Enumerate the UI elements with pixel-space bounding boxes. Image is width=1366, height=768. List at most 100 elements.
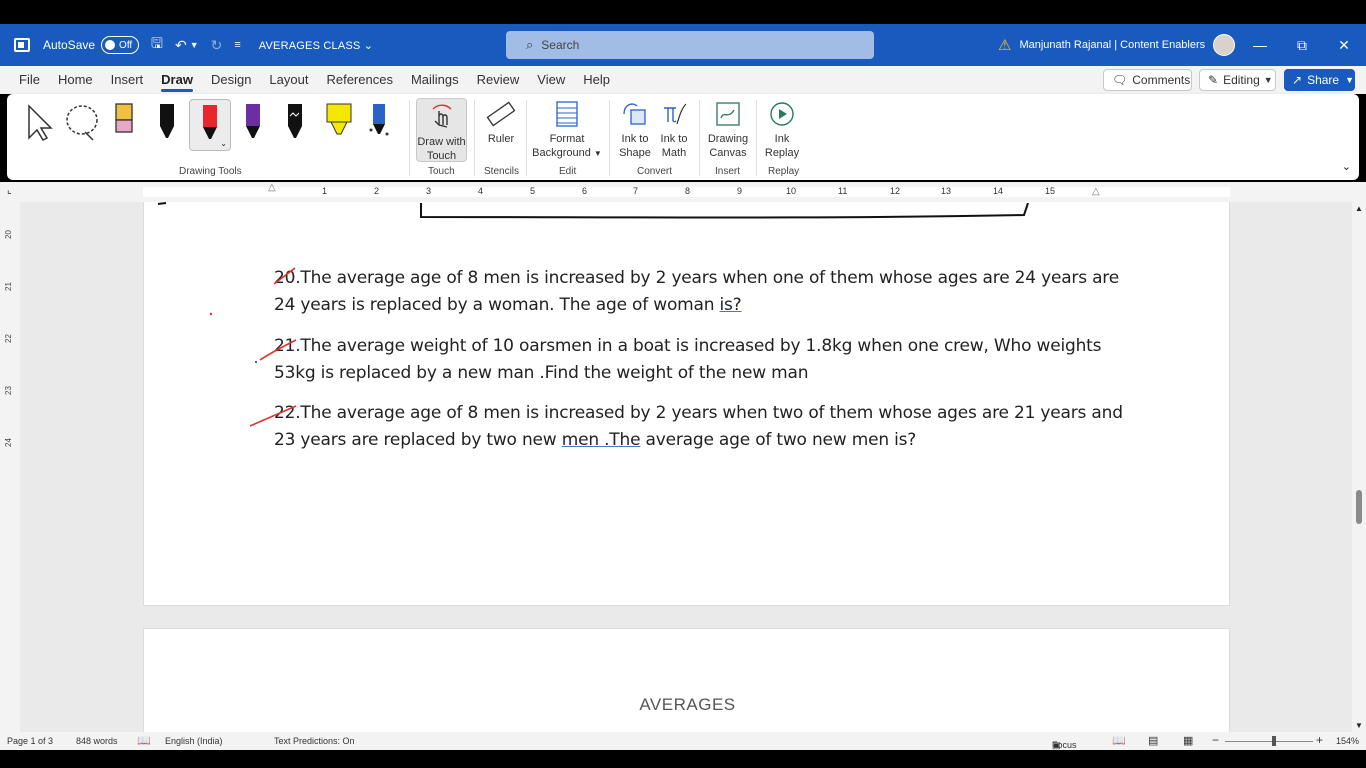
status-bar: Page 1 of 3 848 words 📖 English (India) …: [0, 732, 1366, 750]
tab-home[interactable]: Home: [49, 66, 102, 94]
eraser-icon[interactable]: [113, 100, 137, 144]
question-21[interactable]: 21.The average weight of 10 oarsmen in a…: [274, 333, 1101, 387]
right-indent-marker-icon[interactable]: △: [1092, 186, 1100, 197]
scrollbar-thumb[interactable]: [1356, 490, 1362, 524]
format-background-button[interactable]: Format Background ▼: [531, 98, 603, 161]
grammar-flag[interactable]: men .The: [562, 430, 641, 450]
vertical-scrollbar[interactable]: ▲ ▼: [1352, 202, 1366, 732]
share-button[interactable]: ↗ Share ▼: [1284, 69, 1355, 91]
collapse-ribbon-chevron-icon[interactable]: ⌄: [1342, 160, 1351, 173]
search-input[interactable]: ⌕ Search: [506, 31, 874, 59]
drawing-canvas-label-2: Canvas: [709, 147, 747, 159]
draw-ribbon: ⌄ Drawing Tools Draw with Touch Touch Ru…: [7, 94, 1359, 180]
ruler-number: 7: [633, 186, 639, 196]
customize-quick-access-icon[interactable]: ≡: [234, 39, 240, 51]
ruler-number: 10: [786, 186, 797, 196]
drawn-box-ink: [420, 203, 1029, 219]
document-page-2[interactable]: AVERAGES: [143, 628, 1230, 732]
drawing-canvas-button[interactable]: Drawing Canvas: [705, 98, 751, 160]
tab-help[interactable]: Help: [574, 66, 619, 94]
ink-to-shape-button[interactable]: Ink to Shape: [617, 98, 653, 160]
document-canvas[interactable]: 20 21 22 23 24 AVERAGES 20.The average a…: [0, 202, 1366, 732]
ruler-number: 14: [993, 186, 1004, 196]
read-mode-icon[interactable]: 📖: [1112, 734, 1126, 747]
tab-mailings[interactable]: Mailings: [402, 66, 468, 94]
tab-references[interactable]: References: [317, 66, 401, 94]
editing-mode-button[interactable]: ✎ Editing ▼: [1199, 69, 1276, 91]
ruler-number: 15: [1045, 186, 1056, 196]
save-icon[interactable]: 🖫: [151, 33, 163, 57]
vertical-ruler[interactable]: 20 21 22 23 24: [0, 202, 20, 732]
pen-black-2-icon[interactable]: [283, 100, 307, 144]
ink-replay-icon: [762, 98, 802, 130]
tab-file[interactable]: File: [10, 66, 49, 94]
draw-with-touch-button[interactable]: Draw with Touch: [416, 98, 467, 162]
group-separator: [409, 100, 410, 176]
restore-button[interactable]: ⧉: [1282, 24, 1322, 66]
tab-view[interactable]: View: [528, 66, 574, 94]
ink-to-math-button[interactable]: Ink to Math: [656, 98, 692, 160]
redo-icon[interactable]: ↻: [211, 37, 223, 54]
question-22[interactable]: 22.The average age of 8 men is increased…: [274, 400, 1123, 454]
ruler-button[interactable]: Ruler: [481, 98, 521, 146]
tab-stop-selector-icon[interactable]: ⌞: [7, 185, 12, 196]
warning-icon[interactable]: ⚠: [998, 36, 1011, 54]
chevron-down-icon: ⌄: [363, 39, 374, 52]
tab-insert[interactable]: Insert: [102, 66, 153, 94]
scroll-down-icon[interactable]: ▼: [1355, 721, 1363, 730]
question-21-line-2: 53kg is replaced by a new man .Find the …: [274, 363, 809, 383]
horizontal-ruler[interactable]: ⌞ △ △ 1 2 3 4 5 6 7 8 9 10 11 12 13 14 1…: [0, 182, 1366, 202]
pen-purple-icon[interactable]: [241, 100, 265, 144]
select-arrow-icon[interactable]: [23, 100, 53, 144]
ink-replay-label-2: Replay: [764, 147, 800, 159]
document-title[interactable]: AVERAGES CLASS ⌄: [259, 39, 373, 52]
account-area[interactable]: ⚠ Manjunath Rajanal | Content Enablers: [998, 24, 1236, 66]
comment-icon: 🗨: [1112, 73, 1128, 87]
zoom-level[interactable]: 154%: [1336, 736, 1359, 746]
grammar-flag[interactable]: is?: [720, 295, 742, 315]
tab-review[interactable]: Review: [468, 66, 529, 94]
language-indicator[interactable]: English (India): [165, 736, 223, 746]
zoom-in-icon[interactable]: +: [1316, 733, 1323, 747]
tab-design[interactable]: Design: [202, 66, 260, 94]
web-layout-icon[interactable]: ▦: [1183, 734, 1193, 747]
print-layout-icon[interactable]: ▤: [1148, 734, 1158, 747]
group-separator: [474, 100, 475, 176]
action-pen-icon[interactable]: [367, 100, 391, 144]
autosave-toggle[interactable]: Off: [101, 36, 140, 54]
ruler-number: 1: [322, 186, 328, 196]
share-icon: ↗: [1292, 73, 1303, 87]
scroll-up-icon[interactable]: ▲: [1355, 204, 1363, 213]
zoom-slider-thumb[interactable]: [1272, 736, 1276, 746]
group-label-convert: Convert: [637, 166, 673, 177]
chevron-down-icon: ▼: [1263, 75, 1273, 85]
editing-label: Editing: [1223, 73, 1260, 87]
text-predictions-status[interactable]: Text Predictions: On: [274, 736, 355, 746]
ruler-number: 13: [941, 186, 952, 196]
pen-black-icon[interactable]: [155, 100, 179, 144]
indent-marker-icon[interactable]: △: [268, 182, 276, 193]
pencil-icon: ✎: [1208, 73, 1219, 87]
pen-red-icon: [203, 105, 217, 139]
tab-layout[interactable]: Layout: [260, 66, 317, 94]
avatar[interactable]: [1213, 34, 1236, 56]
zoom-slider[interactable]: [1225, 741, 1313, 742]
page-2-heading: AVERAGES: [639, 695, 736, 714]
minimize-button[interactable]: —: [1240, 24, 1280, 66]
page-count[interactable]: Page 1 of 3: [7, 736, 53, 746]
zoom-out-icon[interactable]: −: [1212, 733, 1219, 747]
close-button[interactable]: ✕: [1324, 24, 1364, 66]
undo-icon[interactable]: ↶: [175, 37, 187, 54]
proofing-icon[interactable]: 📖: [137, 734, 151, 747]
tab-draw[interactable]: Draw: [152, 66, 202, 94]
undo-dropdown-icon[interactable]: ▼: [190, 40, 199, 50]
ruler-number: 5: [530, 186, 536, 196]
comments-button[interactable]: 🗨 Comments: [1103, 69, 1192, 91]
pen-red-selected[interactable]: ⌄: [189, 99, 231, 151]
word-count[interactable]: 848 words: [76, 736, 118, 746]
lasso-select-icon[interactable]: [63, 100, 103, 144]
highlighter-yellow-icon[interactable]: [325, 100, 355, 144]
question-20[interactable]: 20.The average age of 8 men is increased…: [274, 265, 1119, 319]
ink-replay-button[interactable]: Ink Replay: [762, 98, 802, 160]
chevron-down-icon[interactable]: ⌄: [220, 139, 227, 148]
